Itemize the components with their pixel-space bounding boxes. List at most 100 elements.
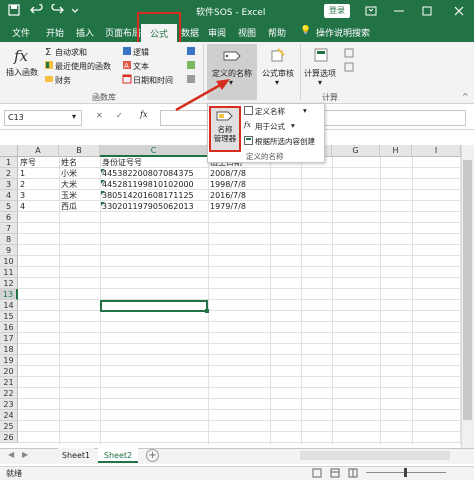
add-sheet-icon[interactable]: + — [146, 449, 159, 462]
table-cell[interactable]: 玉米 — [60, 190, 99, 201]
normal-view-icon[interactable] — [312, 468, 322, 478]
row-header[interactable]: 2 — [0, 168, 18, 179]
row-header[interactable]: 8 — [0, 234, 18, 245]
define-name-item[interactable]: 定义名称 — [255, 106, 285, 117]
zoom-slider-thumb[interactable] — [404, 468, 407, 477]
row-header[interactable]: 21 — [0, 377, 18, 388]
table-cell[interactable]: 大米 — [60, 179, 99, 190]
datetime-button[interactable]: 日期和时间 — [133, 75, 173, 86]
row-header[interactable]: 17 — [0, 333, 18, 344]
column-header-c[interactable]: C — [100, 145, 208, 157]
confirm-entry-icon[interactable]: ✓ — [116, 111, 123, 120]
autosum-icon[interactable]: Σ — [44, 46, 54, 56]
column-header-b[interactable]: B — [59, 145, 100, 157]
text-button[interactable]: 文本 — [133, 61, 149, 72]
fx-icon[interactable]: fx — [12, 46, 34, 64]
table-cell[interactable]: 身份证号号 — [101, 157, 207, 168]
tab-home[interactable]: 开始 — [46, 26, 64, 39]
page-break-view-icon[interactable] — [348, 468, 358, 478]
table-cell[interactable]: 姓名 — [60, 157, 99, 168]
tell-me-search[interactable]: 操作说明搜索 — [316, 26, 370, 39]
table-cell[interactable]: 小米 — [60, 168, 99, 179]
row-header[interactable]: 10 — [0, 256, 18, 267]
error-indicator-icon[interactable] — [101, 202, 105, 206]
tab-data[interactable]: 数据 — [181, 26, 199, 39]
tab-page-layout[interactable]: 页面布局 — [105, 26, 141, 39]
logical-icon[interactable] — [122, 46, 132, 56]
create-from-selection-item[interactable]: 根据所选内容创建 — [255, 136, 315, 147]
table-cell[interactable]: 序号 — [19, 157, 58, 168]
math-icon[interactable] — [186, 60, 196, 70]
row-header[interactable]: 15 — [0, 311, 18, 322]
text-icon[interactable]: A — [122, 60, 132, 70]
select-all-corner[interactable] — [0, 145, 18, 157]
table-cell[interactable]: 2016/7/8 — [209, 190, 269, 201]
tab-review[interactable]: 审阅 — [208, 26, 226, 39]
row-header[interactable]: 18 — [0, 344, 18, 355]
row-header[interactable]: 6 — [0, 212, 18, 223]
table-cell[interactable]: 3 — [19, 190, 58, 201]
table-cell[interactable]: 445382200807084375 — [101, 168, 207, 179]
recent-functions-button[interactable]: 最近使用的函数 — [55, 61, 111, 72]
sheet-tab-sheet1[interactable]: Sheet1 — [58, 448, 94, 463]
row-header[interactable]: 13 — [0, 289, 18, 300]
ribbon-display-options-icon[interactable] — [364, 4, 378, 18]
row-header[interactable]: 5 — [0, 201, 18, 212]
column-header-a[interactable]: A — [18, 145, 59, 157]
maximize-icon[interactable] — [420, 4, 434, 18]
logical-button[interactable]: 逻辑 — [133, 47, 149, 58]
table-cell[interactable]: 1998/7/8 — [209, 179, 269, 190]
table-cell[interactable]: 2 — [19, 179, 58, 190]
sheet-tab-sheet2[interactable]: Sheet2 — [98, 448, 138, 463]
close-icon[interactable] — [452, 4, 466, 18]
row-header[interactable]: 11 — [0, 267, 18, 278]
row-header[interactable]: 3 — [0, 179, 18, 190]
recent-functions-icon[interactable] — [44, 60, 54, 70]
prev-sheet-icon[interactable]: ◀ — [8, 450, 14, 459]
login-button[interactable]: 登录 — [324, 4, 350, 18]
row-header[interactable]: 22 — [0, 388, 18, 399]
collapse-ribbon-icon[interactable]: ^ — [462, 92, 469, 101]
tab-help[interactable]: 帮助 — [268, 26, 286, 39]
financial-icon[interactable] — [44, 74, 54, 84]
customize-quick-access-icon[interactable] — [70, 4, 84, 18]
tab-view[interactable]: 视图 — [238, 26, 256, 39]
calc-sheet-icon[interactable] — [344, 62, 354, 72]
row-header[interactable]: 24 — [0, 410, 18, 421]
table-cell[interactable]: 2008/7/8 — [209, 168, 269, 179]
table-cell[interactable]: 西瓜 — [60, 201, 99, 212]
row-header[interactable]: 25 — [0, 421, 18, 432]
table-cell[interactable]: 4 — [19, 201, 58, 212]
row-header[interactable]: 19 — [0, 355, 18, 366]
row-header[interactable]: 7 — [0, 223, 18, 234]
error-indicator-icon[interactable] — [101, 180, 105, 184]
name-box[interactable]: C13 — [4, 110, 82, 126]
undo-icon[interactable] — [30, 4, 44, 18]
next-sheet-icon[interactable]: ▶ — [22, 450, 28, 459]
datetime-icon[interactable] — [122, 74, 132, 84]
selected-cell-c13[interactable] — [100, 300, 208, 312]
row-header[interactable]: 4 — [0, 190, 18, 201]
insert-function-button[interactable]: 插入函数 — [6, 67, 38, 78]
table-cell[interactable]: 380514201608171125 — [101, 190, 207, 201]
save-icon[interactable] — [8, 4, 22, 18]
redo-icon[interactable] — [50, 4, 64, 18]
row-header[interactable]: 9 — [0, 245, 18, 256]
table-cell[interactable]: 330201197905062013 — [101, 201, 207, 212]
vertical-scroll-thumb[interactable] — [463, 160, 472, 420]
horizontal-scrollbar[interactable] — [300, 451, 450, 460]
column-header-h[interactable]: H — [380, 145, 412, 157]
chevron-down-icon[interactable]: ▾ — [72, 112, 76, 121]
minimize-icon[interactable] — [392, 4, 406, 18]
use-in-formula-item[interactable]: 用于公式 — [255, 121, 285, 132]
row-header[interactable]: 1 — [0, 157, 18, 168]
table-cell[interactable]: 445281199810102000 — [101, 179, 207, 190]
calc-now-icon[interactable] — [344, 48, 354, 58]
row-header[interactable]: 12 — [0, 278, 18, 289]
table-cell[interactable]: 1979/7/8 — [209, 201, 269, 212]
column-header-g[interactable]: G — [332, 145, 380, 157]
insert-function-fx-icon[interactable]: fx — [140, 110, 147, 119]
row-header[interactable]: 20 — [0, 366, 18, 377]
fill-handle[interactable] — [205, 309, 209, 313]
page-layout-view-icon[interactable] — [330, 468, 340, 478]
